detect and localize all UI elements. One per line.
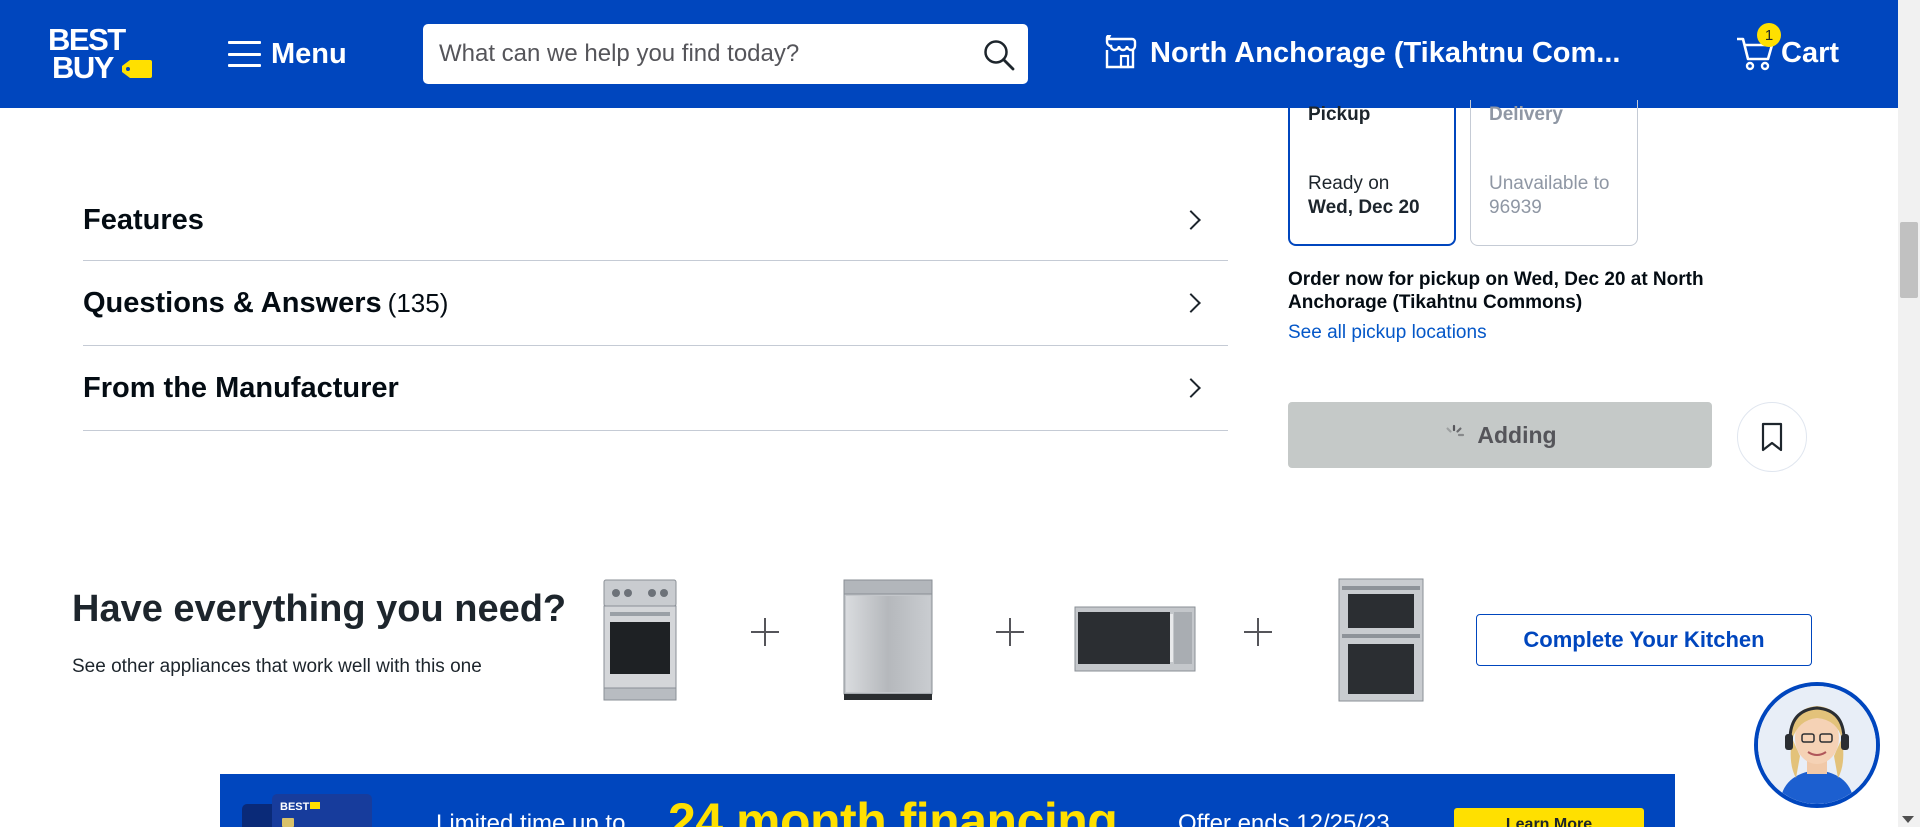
best-buy-logo-mark: BEST BUY [48, 22, 152, 85]
kitchen-heading: Have everything you need? [72, 588, 567, 630]
add-to-cart-label: Adding [1477, 421, 1557, 448]
microwave-icon[interactable] [1074, 606, 1196, 672]
range-icon[interactable] [602, 578, 678, 702]
scroll-down-arrow-icon[interactable] [1902, 816, 1914, 823]
scrollbar-thumb[interactable] [1900, 222, 1918, 298]
pickup-ready-label: Ready on [1308, 173, 1390, 194]
kitchen-subtext: See other appliances that work well with… [72, 656, 482, 677]
accordion-title: Features [83, 203, 204, 236]
agent-avatar-icon [1758, 686, 1876, 804]
credit-card-icon: BEST [242, 794, 372, 827]
banner-learn-more-button[interactable]: Learn More [1454, 808, 1644, 827]
page-scrollbar[interactable] [1898, 0, 1920, 827]
menu-button[interactable]: Menu [228, 34, 347, 74]
chat-assistant-avatar[interactable] [1754, 682, 1880, 808]
accordion-from-manufacturer[interactable]: From the Manufacturer [83, 346, 1228, 431]
chevron-right-icon [1181, 210, 1201, 230]
product-details-accordion: Features Questions & Answers (135) From … [83, 180, 1228, 431]
banner-headline: 24 month financing [668, 793, 1118, 827]
chevron-right-icon [1181, 293, 1201, 313]
plus-icon [751, 618, 779, 646]
store-name: North Anchorage (Tikahtnu Com... [1150, 36, 1621, 69]
save-for-later-button[interactable] [1737, 402, 1807, 472]
add-to-cart-button[interactable]: Adding [1288, 402, 1712, 468]
wall-oven-icon[interactable] [1338, 578, 1424, 702]
accordion-questions-answers[interactable]: Questions & Answers (135) [83, 261, 1228, 346]
search-box [423, 24, 1028, 84]
delivery-option[interactable]: Delivery Unavailable to 96939 [1470, 100, 1638, 246]
complete-your-kitchen-button[interactable]: Complete Your Kitchen [1476, 614, 1812, 666]
banner-text-left: Limited time up to [436, 810, 626, 827]
delivery-unavailable-label: Unavailable to [1489, 173, 1610, 194]
bookmark-icon [1761, 422, 1783, 452]
delivery-zip: 96939 [1489, 197, 1542, 218]
dishwasher-icon[interactable] [842, 578, 934, 702]
cart-label: Cart [1781, 36, 1840, 69]
loading-spinner-icon [1446, 424, 1465, 437]
svg-text:BUY: BUY [52, 50, 115, 85]
accordion-count: (135) [387, 287, 449, 318]
financing-banner[interactable]: BEST Limited time up to 24 month financi… [220, 774, 1675, 827]
menu-label: Menu [271, 37, 347, 70]
pickup-ready-date: Wed, Dec 20 [1308, 197, 1420, 218]
delivery-status: Unavailable to 96939 [1489, 172, 1609, 220]
search-icon[interactable] [982, 38, 1016, 72]
svg-text:BEST: BEST [280, 801, 310, 813]
store-icon [1105, 35, 1137, 69]
pickup-title: Pickup [1308, 104, 1371, 125]
search-input[interactable] [439, 24, 959, 84]
see-pickup-locations-link[interactable]: See all pickup locations [1288, 322, 1487, 344]
pickup-date: Ready on Wed, Dec 20 [1308, 172, 1420, 220]
best-buy-logo[interactable]: BEST BUY [48, 22, 152, 86]
site-header: BEST BUY Menu North Anchorage (Tika [0, 0, 1898, 108]
pickup-option[interactable]: Pickup Ready on Wed, Dec 20 [1288, 100, 1456, 246]
plus-icon [1244, 618, 1272, 646]
pickup-order-note: Order now for pickup on Wed, Dec 20 at N… [1288, 269, 1704, 313]
cart-icon: 1 [1735, 23, 1781, 73]
accordion-title: Questions & Answers [83, 286, 382, 319]
delivery-title: Delivery [1489, 104, 1563, 125]
accordion-features[interactable]: Features [83, 180, 1228, 261]
cart-count-badge: 1 [1757, 23, 1781, 47]
store-selector[interactable]: North Anchorage (Tikahtnu Com... [1102, 30, 1620, 76]
chevron-right-icon [1181, 378, 1201, 398]
accordion-title: From the Manufacturer [83, 371, 399, 404]
product-page: BEST BUY Menu North Anchorage (Tika [0, 0, 1920, 827]
hamburger-icon [228, 41, 261, 67]
cart-button[interactable]: 1 Cart [1735, 23, 1840, 78]
plus-icon [996, 618, 1024, 646]
banner-text-right: Offer ends 12/25/23 [1178, 810, 1390, 827]
